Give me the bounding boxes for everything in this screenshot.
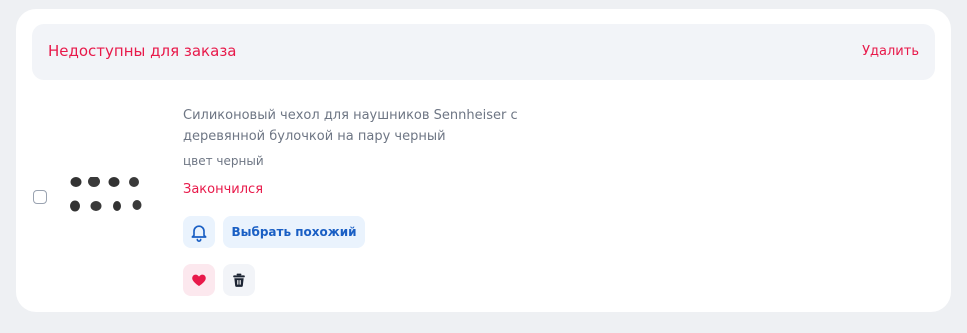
notify-button[interactable]: [183, 216, 215, 248]
favorite-button[interactable]: [183, 264, 215, 296]
product-color: цвет черный: [183, 154, 264, 168]
bell-icon: [191, 225, 207, 242]
unavailable-section-title: Недоступны для заказа: [48, 42, 237, 60]
stock-status: Закончился: [183, 182, 264, 197]
heart-icon: [192, 274, 206, 286]
remove-unavailable-button[interactable]: Удалить: [862, 44, 919, 59]
unavailable-items-card: Недоступны для заказа Удалить Силиконовы…: [16, 9, 951, 312]
choose-similar-button[interactable]: Выбрать похожий: [223, 216, 365, 248]
product-thumbnail: [70, 177, 142, 212]
product-name[interactable]: Силиконовый чехол для наушников Sennheis…: [183, 105, 583, 147]
item-select-checkbox[interactable]: [33, 190, 47, 204]
trash-icon: [233, 273, 245, 287]
delete-button[interactable]: [223, 264, 255, 296]
unavailable-banner: Недоступны для заказа Удалить: [32, 24, 935, 80]
